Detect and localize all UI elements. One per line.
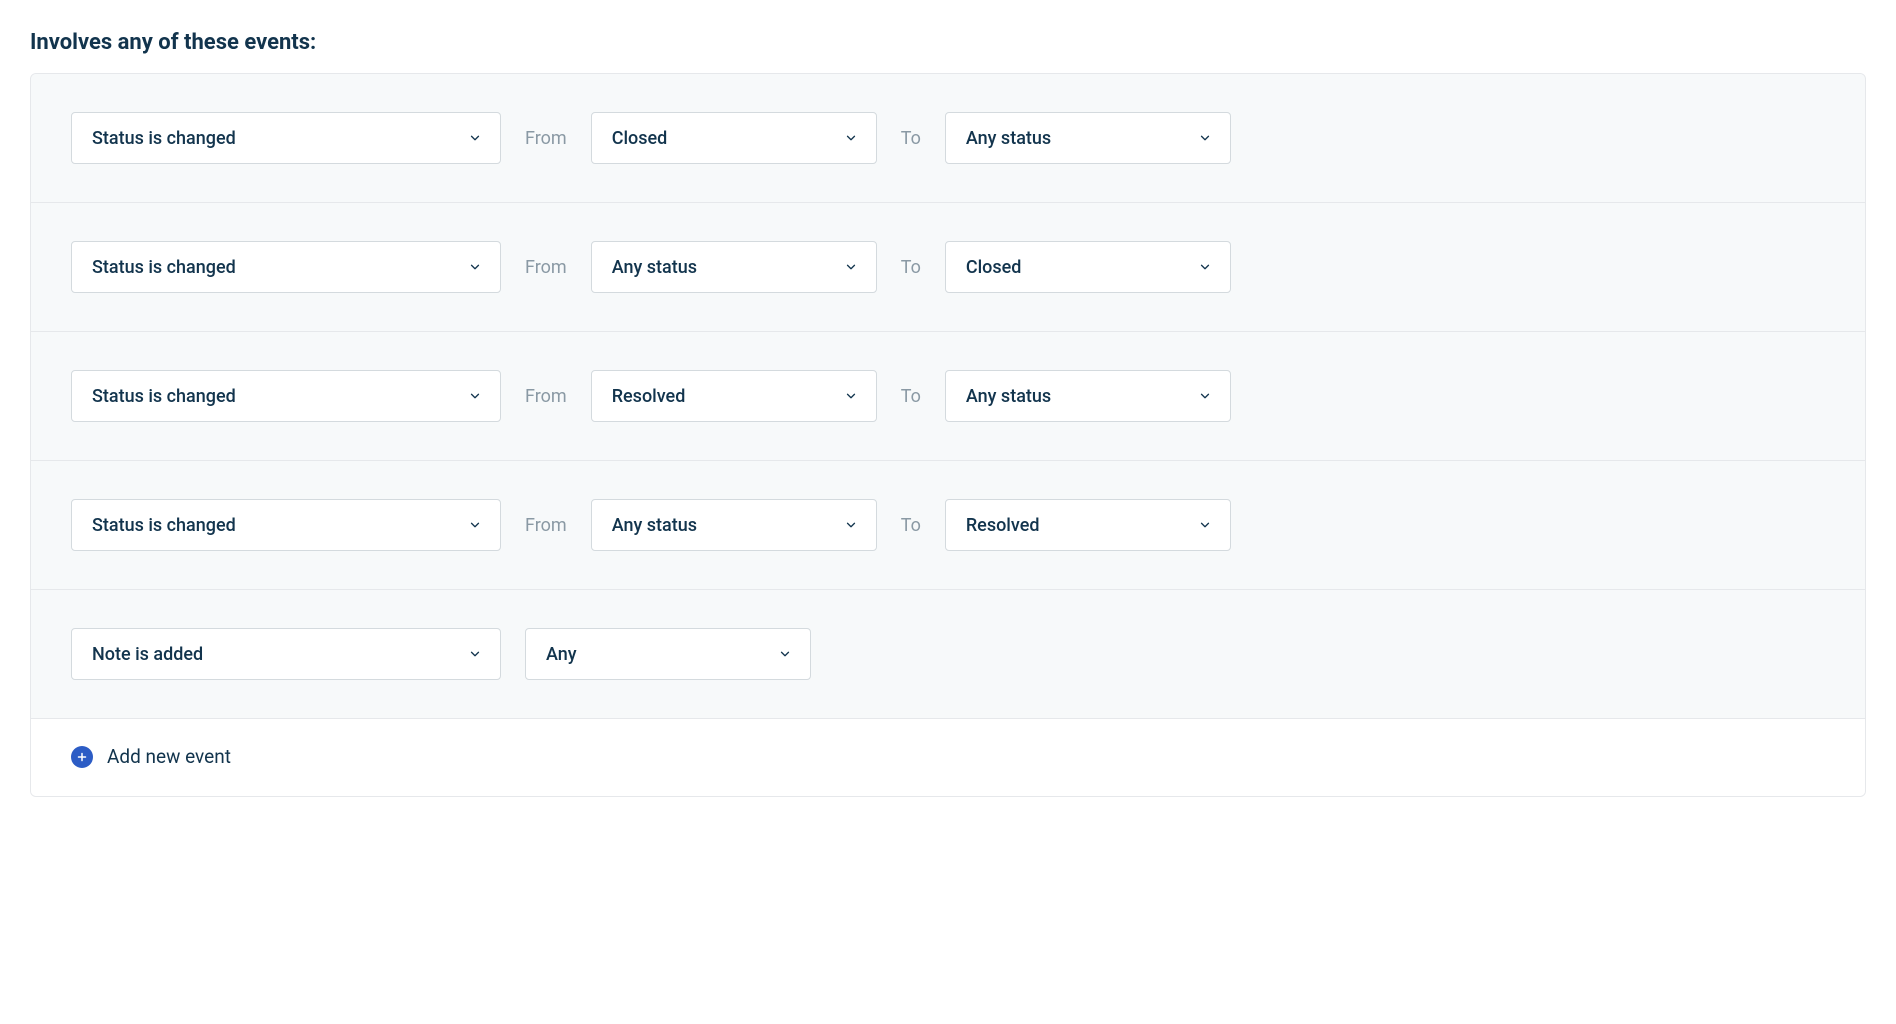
chevron-down-icon (844, 260, 858, 274)
chevron-down-icon (1198, 389, 1212, 403)
chevron-down-icon (1198, 131, 1212, 145)
event-type-select[interactable]: Status is changed (71, 370, 501, 422)
chevron-down-icon (468, 389, 482, 403)
chevron-down-icon (844, 131, 858, 145)
section-title: Involves any of these events: (30, 30, 1866, 55)
event-row: Status is changed From Closed To Any sta… (31, 74, 1865, 203)
chevron-down-icon (844, 518, 858, 532)
from-label: From (525, 515, 567, 536)
from-label: From (525, 257, 567, 278)
event-row: Status is changed From Any status To Res… (31, 461, 1865, 590)
note-option-select[interactable]: Any (525, 628, 811, 680)
chevron-down-icon (468, 131, 482, 145)
event-row: Status is changed From Any status To Clo… (31, 203, 1865, 332)
plus-circle-icon (71, 746, 93, 768)
from-status-value: Closed (612, 128, 668, 149)
from-status-value: Resolved (612, 386, 686, 407)
event-type-value: Status is changed (92, 515, 236, 536)
event-type-value: Status is changed (92, 257, 236, 278)
from-label: From (525, 386, 567, 407)
from-status-select[interactable]: Resolved (591, 370, 877, 422)
from-status-value: Any status (612, 515, 697, 536)
to-label: To (901, 386, 921, 407)
add-new-event-button[interactable]: Add new event (31, 719, 1865, 796)
event-type-value: Status is changed (92, 128, 236, 149)
from-label: From (525, 128, 567, 149)
to-status-value: Closed (966, 257, 1022, 278)
to-label: To (901, 257, 921, 278)
chevron-down-icon (468, 260, 482, 274)
from-status-select[interactable]: Any status (591, 499, 877, 551)
event-row: Note is added Any (31, 590, 1865, 719)
event-type-select[interactable]: Note is added (71, 628, 501, 680)
event-type-select[interactable]: Status is changed (71, 241, 501, 293)
to-label: To (901, 515, 921, 536)
event-type-value: Status is changed (92, 386, 236, 407)
to-status-select[interactable]: Any status (945, 370, 1231, 422)
to-status-select[interactable]: Resolved (945, 499, 1231, 551)
event-row: Status is changed From Resolved To Any s… (31, 332, 1865, 461)
event-type-select[interactable]: Status is changed (71, 499, 501, 551)
to-status-value: Any status (966, 128, 1051, 149)
note-option-value: Any (546, 644, 577, 665)
to-status-value: Any status (966, 386, 1051, 407)
chevron-down-icon (1198, 518, 1212, 532)
events-container: Status is changed From Closed To Any sta… (30, 73, 1866, 797)
to-label: To (901, 128, 921, 149)
chevron-down-icon (468, 518, 482, 532)
chevron-down-icon (468, 647, 482, 661)
to-status-value: Resolved (966, 515, 1040, 536)
chevron-down-icon (1198, 260, 1212, 274)
from-status-value: Any status (612, 257, 697, 278)
event-type-select[interactable]: Status is changed (71, 112, 501, 164)
chevron-down-icon (844, 389, 858, 403)
event-type-value: Note is added (92, 644, 203, 665)
from-status-select[interactable]: Any status (591, 241, 877, 293)
from-status-select[interactable]: Closed (591, 112, 877, 164)
add-new-event-label: Add new event (107, 745, 231, 768)
to-status-select[interactable]: Closed (945, 241, 1231, 293)
to-status-select[interactable]: Any status (945, 112, 1231, 164)
chevron-down-icon (778, 647, 792, 661)
